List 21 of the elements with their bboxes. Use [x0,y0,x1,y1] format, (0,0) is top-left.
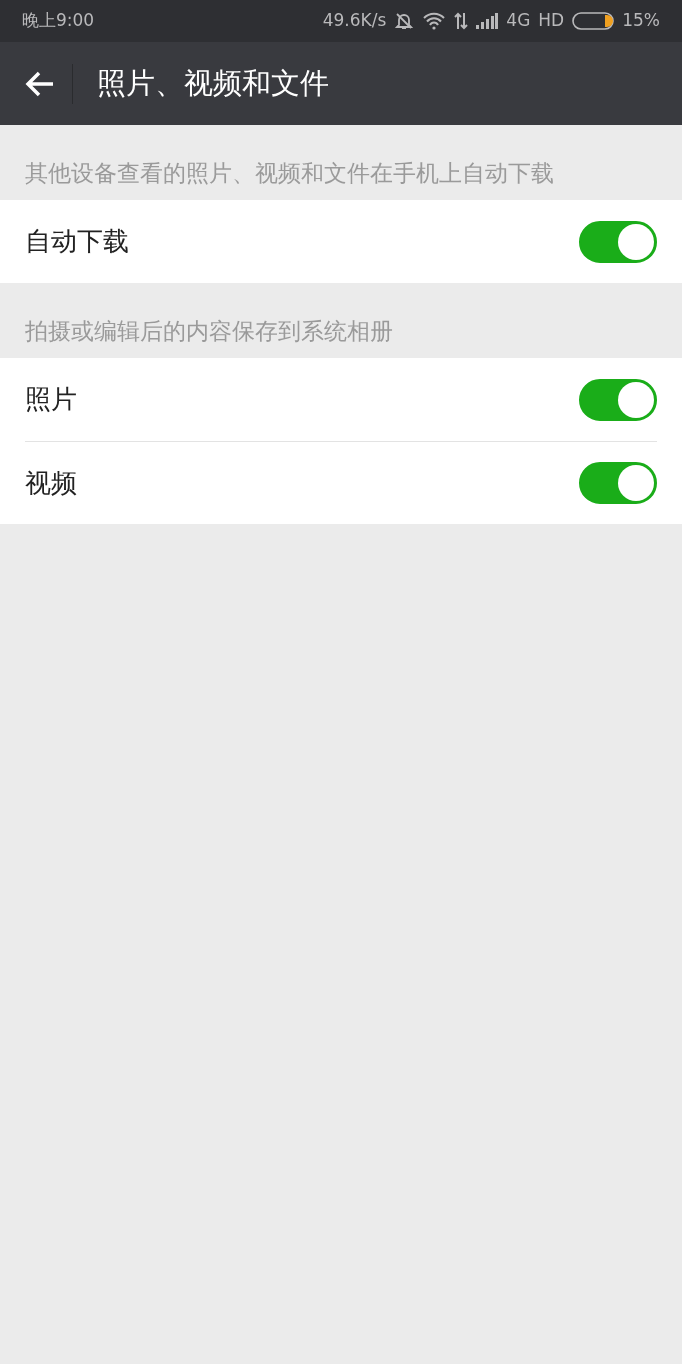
setting-label: 自动下载 [25,225,129,258]
wifi-icon [422,12,447,30]
setting-label: 照片 [25,383,77,416]
page-title: 照片、视频和文件 [97,64,329,102]
network-speed: 49.6K/s [322,9,387,33]
muted-bell-icon [394,11,415,31]
section-header: 其他设备查看的照片、视频和文件在手机上自动下载 [25,158,554,188]
toggle-switch[interactable] [579,462,657,504]
section-header: 拍摄或编辑后的内容保存到系统相册 [25,316,393,346]
battery-percent: 15% [622,9,660,33]
hd-indicator: HD [538,9,565,33]
signal-icon [476,13,499,29]
toggle-switch[interactable] [579,378,657,421]
status-time: 晚上9:00 [22,9,95,33]
data-arrows-icon [454,12,469,30]
setting-label: 视频 [25,466,77,500]
back-button[interactable] [24,69,56,98]
network-type: 4G [506,9,531,33]
toggle-switch[interactable] [579,220,657,263]
battery-icon [572,12,615,30]
back-arrow-icon [24,69,56,98]
